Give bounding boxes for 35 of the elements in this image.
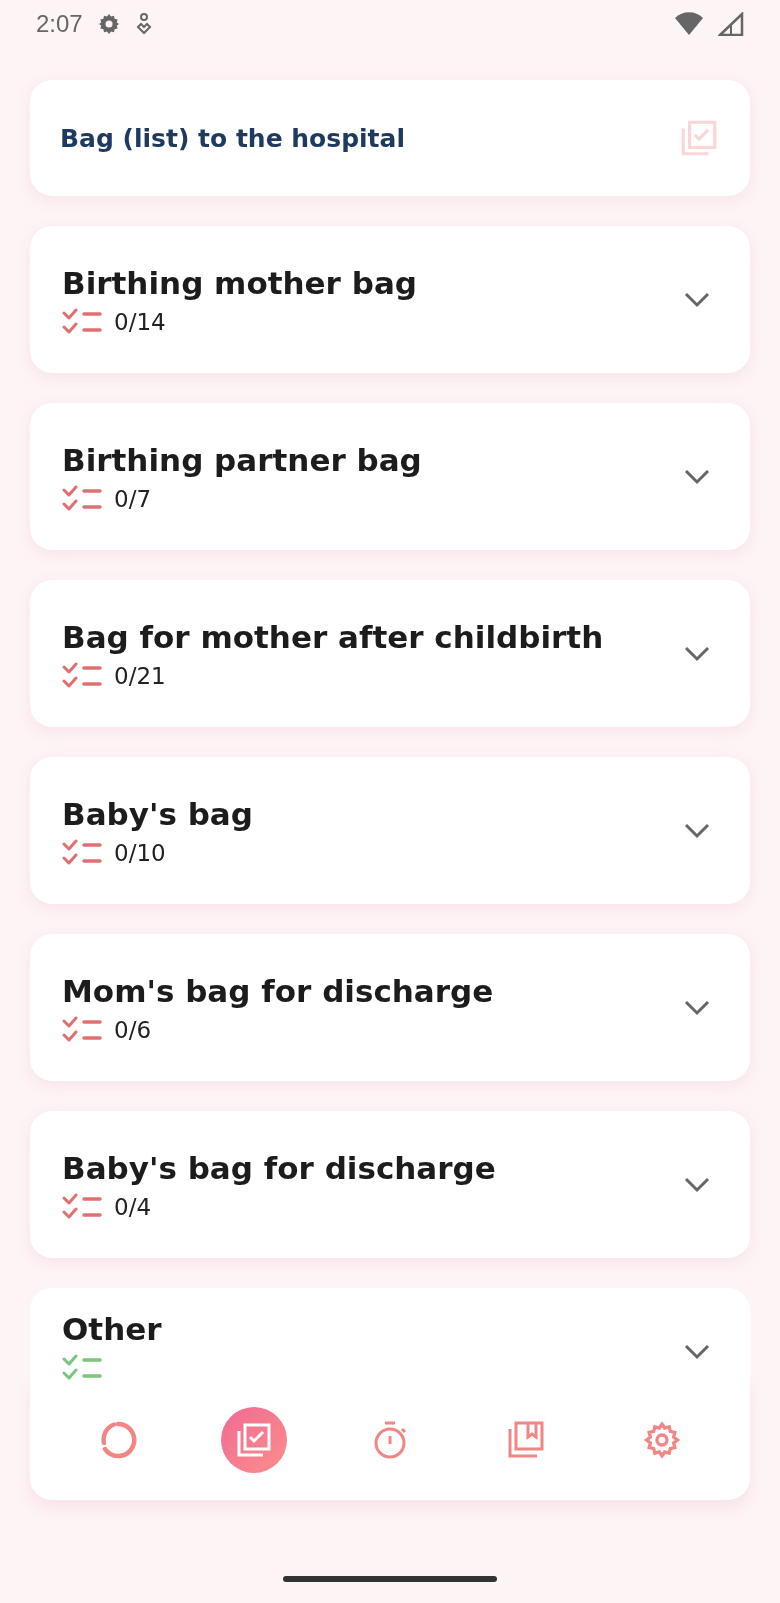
item-count: 0/21 — [114, 662, 166, 689]
item-count: 0/6 — [114, 1016, 151, 1043]
bag-card[interactable]: Birthing partner bag 0/7 — [30, 403, 750, 550]
bag-card[interactable]: Baby's bag 0/10 — [30, 757, 750, 904]
bag-card[interactable]: Birthing mother bag 0/14 — [30, 226, 750, 373]
item-count: 0/10 — [114, 839, 166, 866]
chevron-down-icon[interactable] — [684, 999, 710, 1016]
bag-title: Bag for mother after childbirth — [62, 617, 605, 656]
chevron-down-icon[interactable] — [684, 822, 710, 839]
bag-card[interactable]: Bag for mother after childbirth 0/21 — [30, 580, 750, 727]
settings-icon — [642, 1420, 682, 1460]
bag-title: Birthing partner bag — [62, 440, 423, 479]
bag-title: Baby's bag — [62, 794, 254, 833]
person-heart-icon — [134, 12, 153, 36]
bag-title: Birthing mother bag — [62, 263, 418, 302]
bag-title: Mom's bag for discharge — [62, 971, 495, 1010]
signal-icon — [718, 12, 744, 36]
chevron-down-icon[interactable] — [684, 1176, 710, 1193]
chevron-down-icon[interactable] — [684, 645, 710, 662]
bag-card[interactable]: Mom's bag for discharge 0/6 — [30, 934, 750, 1081]
item-count: 0/7 — [114, 485, 151, 512]
bag-card[interactable]: Baby's bag for discharge 0/4 — [30, 1111, 750, 1258]
bookmark-stack-icon — [506, 1420, 546, 1460]
item-count: 0/4 — [114, 1193, 151, 1220]
progress-ring-icon — [98, 1420, 138, 1460]
status-time: 2:07 — [36, 10, 83, 38]
item-count: 0/14 — [114, 308, 166, 335]
bag-title: Baby's bag for discharge — [62, 1148, 497, 1187]
bag-title: Other — [62, 1310, 163, 1348]
wifi-icon — [674, 12, 704, 36]
chevron-down-icon[interactable] — [684, 291, 710, 308]
bag-card[interactable]: Other — [30, 1288, 750, 1380]
chevron-down-icon[interactable] — [684, 468, 710, 485]
page-title: Bag (list) to the hospital — [60, 123, 405, 153]
chevron-down-icon[interactable] — [684, 1344, 710, 1360]
